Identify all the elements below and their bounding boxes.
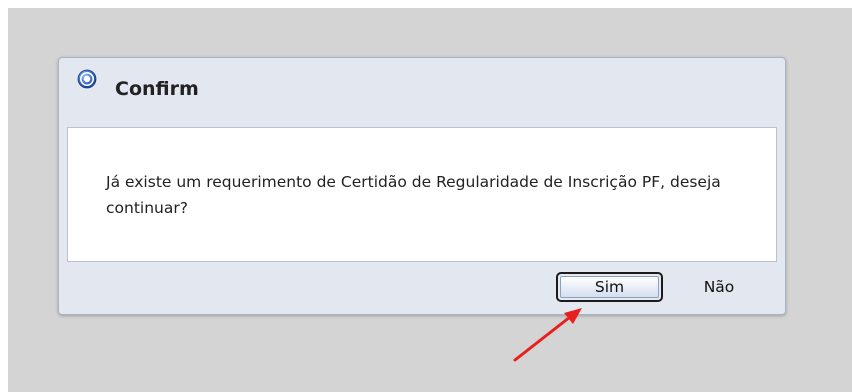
yes-button[interactable]: Sim <box>556 272 663 302</box>
confirm-dialog: Confirm Já existe um requerimento de Cer… <box>58 57 786 315</box>
yes-button-label: Sim <box>560 276 659 298</box>
dialog-title-bar: Confirm <box>59 58 785 124</box>
no-button[interactable]: Não <box>689 274 749 300</box>
dialog-content: Já existe um requerimento de Certidão de… <box>67 127 777 262</box>
dialog-message: Já existe um requerimento de Certidão de… <box>106 173 721 217</box>
dialog-title: Confirm <box>115 78 199 100</box>
arrow-icon <box>513 308 582 362</box>
question-icon <box>77 69 97 89</box>
